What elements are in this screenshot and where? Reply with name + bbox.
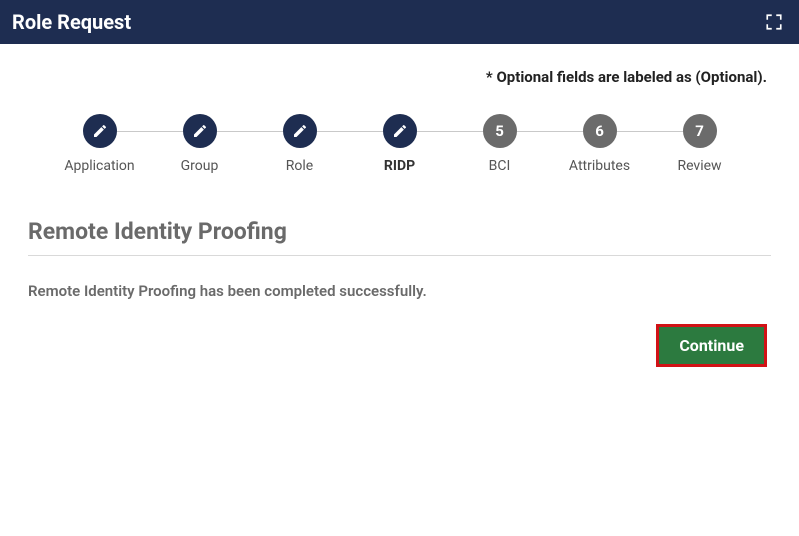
- modal-content: * Optional fields are labeled as (Option…: [0, 44, 799, 367]
- pencil-icon: [283, 114, 317, 148]
- modal-title: Role Request: [12, 10, 131, 34]
- pencil-icon: [383, 114, 417, 148]
- step-connector: [217, 131, 283, 132]
- pencil-icon: [83, 114, 117, 148]
- step-label: Role: [286, 158, 313, 174]
- expand-icon[interactable]: [765, 13, 783, 31]
- step-label: Group: [181, 158, 219, 174]
- step-attributes[interactable]: 6 Attributes: [550, 114, 650, 174]
- step-label: Review: [677, 158, 721, 174]
- step-connector: [517, 131, 583, 132]
- step-label: BCI: [489, 158, 511, 174]
- step-group[interactable]: Group: [150, 114, 250, 174]
- step-connector: [317, 131, 383, 132]
- optional-fields-note: * Optional fields are labeled as (Option…: [28, 68, 771, 86]
- step-label: RIDP: [384, 158, 415, 174]
- step-connector: [617, 131, 683, 132]
- step-bci[interactable]: 5 BCI: [450, 114, 550, 174]
- status-message: Remote Identity Proofing has been comple…: [28, 282, 771, 300]
- action-bar: Continue: [28, 324, 771, 367]
- step-label: Application: [64, 158, 134, 174]
- step-number: 5: [483, 114, 517, 148]
- section-title: Remote Identity Proofing: [28, 218, 771, 256]
- step-number: 7: [683, 114, 717, 148]
- step-role[interactable]: Role: [250, 114, 350, 174]
- step-application[interactable]: Application: [50, 114, 150, 174]
- step-number: 6: [583, 114, 617, 148]
- step-connector: [117, 131, 183, 132]
- progress-stepper: Application Group Role RIDP 5 BCI 6 Attributes 7…: [28, 114, 771, 174]
- step-review[interactable]: 7 Review: [650, 114, 750, 174]
- step-label: Attributes: [569, 158, 630, 174]
- pencil-icon: [183, 114, 217, 148]
- step-connector: [417, 131, 483, 132]
- step-ridp[interactable]: RIDP: [350, 114, 450, 174]
- continue-button[interactable]: Continue: [656, 324, 767, 367]
- modal-header: Role Request: [0, 0, 799, 44]
